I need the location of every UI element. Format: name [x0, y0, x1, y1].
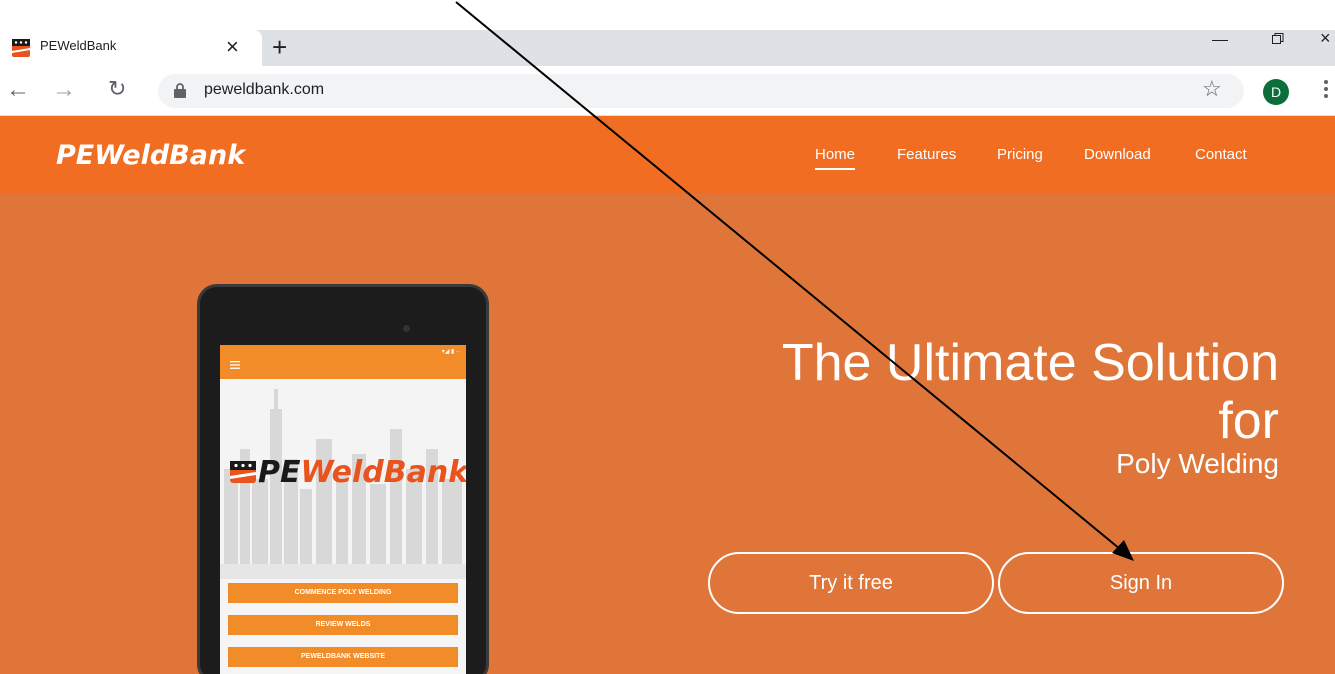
nav-pricing[interactable]: Pricing [997, 146, 1043, 163]
app-toolbar: ▾◢ ▮ ·· [220, 345, 466, 379]
address-bar[interactable]: peweldbank.com ☆ [158, 74, 1244, 108]
peweldbank-website-button[interactable]: PEWELDBANK WEBSITE [228, 647, 458, 667]
browser-toolbar: ← → ↻ peweldbank.com ☆ D [0, 66, 1335, 116]
screenshot: PEWeldBank × + × ← → ↻ peweldbank.com ☆ … [0, 0, 1335, 674]
site-header: PEWeldBank Home Features Pricing Downloa… [0, 116, 1335, 194]
bookmark-star-icon[interactable]: ☆ [1202, 76, 1222, 102]
nav-features[interactable]: Features [897, 146, 956, 163]
active-nav-underline [815, 168, 856, 170]
hamburger-menu-icon[interactable] [230, 361, 240, 369]
close-window-icon[interactable]: × [1320, 28, 1331, 49]
logo-flag-icon [230, 461, 256, 483]
signin-button[interactable]: Sign In [998, 552, 1284, 614]
hero-headline-for: for [1218, 392, 1279, 450]
app-logo-prefix: PE [258, 455, 301, 490]
site-logo[interactable]: PEWeldBank [56, 140, 245, 171]
try-free-button[interactable]: Try it free [708, 552, 994, 614]
tablet-camera [403, 325, 410, 332]
close-tab-icon[interactable]: × [226, 34, 239, 60]
lock-icon [174, 83, 186, 98]
app-logo-suffix: WeldBank [300, 455, 466, 490]
forward-arrow-icon[interactable]: → [52, 76, 76, 104]
new-tab-icon[interactable]: + [272, 32, 287, 62]
browser-tab[interactable]: PEWeldBank × [0, 30, 262, 66]
review-welds-button[interactable]: REVIEW WELDS [228, 615, 458, 635]
url-text: peweldbank.com [204, 81, 325, 98]
reload-icon[interactable]: ↻ [108, 76, 126, 102]
browser-menu-icon[interactable] [1324, 78, 1328, 100]
nav-home[interactable]: Home [815, 146, 856, 170]
app-logo: PEWeldBank [230, 455, 466, 490]
restore-window-icon[interactable] [1272, 33, 1284, 45]
tab-title: PEWeldBank [40, 38, 117, 53]
hero-headline: The Ultimate Solution [781, 334, 1279, 392]
nav-contact[interactable]: Contact [1195, 146, 1247, 163]
profile-avatar[interactable]: D [1263, 79, 1289, 105]
tablet-mockup: ▾◢ ▮ ·· PEWeldBank COMMENCE POLY WELDING… [197, 284, 489, 674]
minimize-window-icon[interactable] [1212, 40, 1228, 41]
peweldbank-favicon-icon [12, 39, 30, 57]
browser-tab-bar: PEWeldBank × + × [0, 28, 1335, 66]
tablet-screen: ▾◢ ▮ ·· PEWeldBank COMMENCE POLY WELDING… [220, 345, 466, 674]
nav-download[interactable]: Download [1084, 146, 1151, 163]
hero-subheadline: Poly Welding [1116, 448, 1279, 479]
website-viewport: PEWeldBank Home Features Pricing Downloa… [0, 116, 1335, 674]
commence-poly-welding-button[interactable]: COMMENCE POLY WELDING [228, 583, 458, 603]
status-bar-icons: ▾◢ ▮ ·· [441, 349, 460, 355]
nav-home-label: Home [815, 146, 856, 163]
back-arrow-icon[interactable]: ← [6, 76, 30, 104]
